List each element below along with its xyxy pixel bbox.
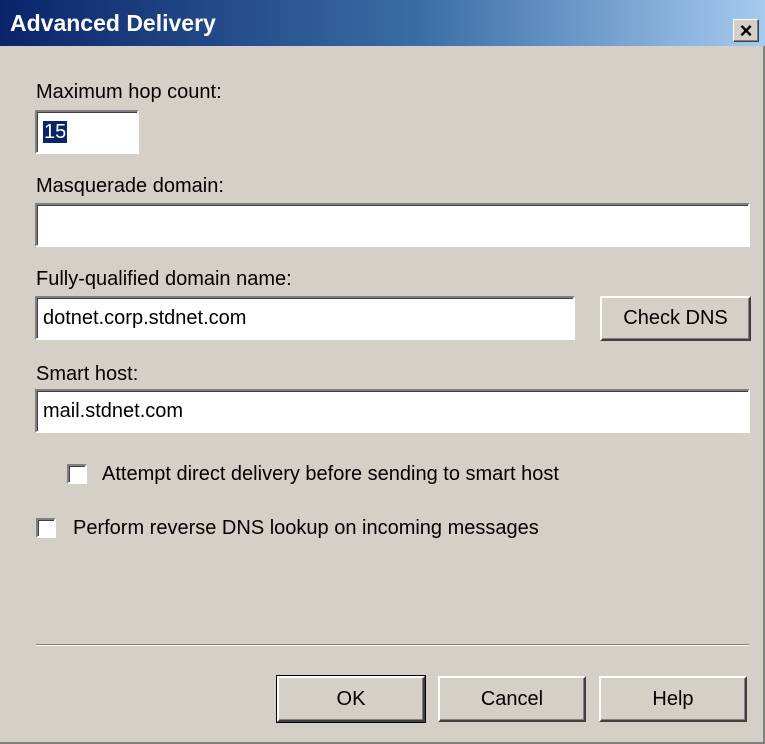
window-title: Advanced Delivery <box>10 10 216 36</box>
cancel-label: Cancel <box>480 687 544 710</box>
fqdn-value: dotnet.corp.stdnet.com <box>43 307 247 329</box>
help-button[interactable]: Help <box>599 676 747 722</box>
cancel-button[interactable]: Cancel <box>438 676 586 722</box>
max-hop-count-input[interactable]: 15 <box>35 110 139 154</box>
direct-delivery-label[interactable]: Attempt direct delivery before sending t… <box>102 462 559 486</box>
smart-host-label: Smart host: <box>36 363 139 385</box>
reverse-dns-checkbox[interactable] <box>36 518 56 538</box>
max-hop-count-value: 15 <box>43 121 68 143</box>
ok-label: OK <box>336 687 366 710</box>
ok-button[interactable]: OK <box>276 675 426 723</box>
smart-host-value: mail.stdnet.com <box>43 400 184 422</box>
smart-host-input[interactable]: mail.stdnet.com <box>35 389 750 433</box>
max-hop-count-label: Maximum hop count: <box>36 81 222 103</box>
masquerade-domain-input[interactable] <box>35 203 750 247</box>
separator <box>36 644 749 646</box>
masquerade-domain-label: Masquerade domain: <box>36 175 224 197</box>
title-bar[interactable]: Advanced Delivery × <box>0 0 765 46</box>
advanced-delivery-dialog: Advanced Delivery × Maximum hop count: 1… <box>0 0 765 744</box>
direct-delivery-checkbox[interactable] <box>67 464 87 484</box>
reverse-dns-label[interactable]: Perform reverse DNS lookup on incoming m… <box>73 516 539 540</box>
fqdn-input[interactable]: dotnet.corp.stdnet.com <box>35 296 575 340</box>
fqdn-label: Fully-qualified domain name: <box>36 268 292 290</box>
help-label: Help <box>652 687 694 710</box>
check-dns-label: Check DNS <box>623 307 728 329</box>
check-dns-button[interactable]: Check DNS <box>600 296 751 341</box>
close-button[interactable]: × <box>733 19 759 42</box>
close-icon: × <box>739 17 753 43</box>
